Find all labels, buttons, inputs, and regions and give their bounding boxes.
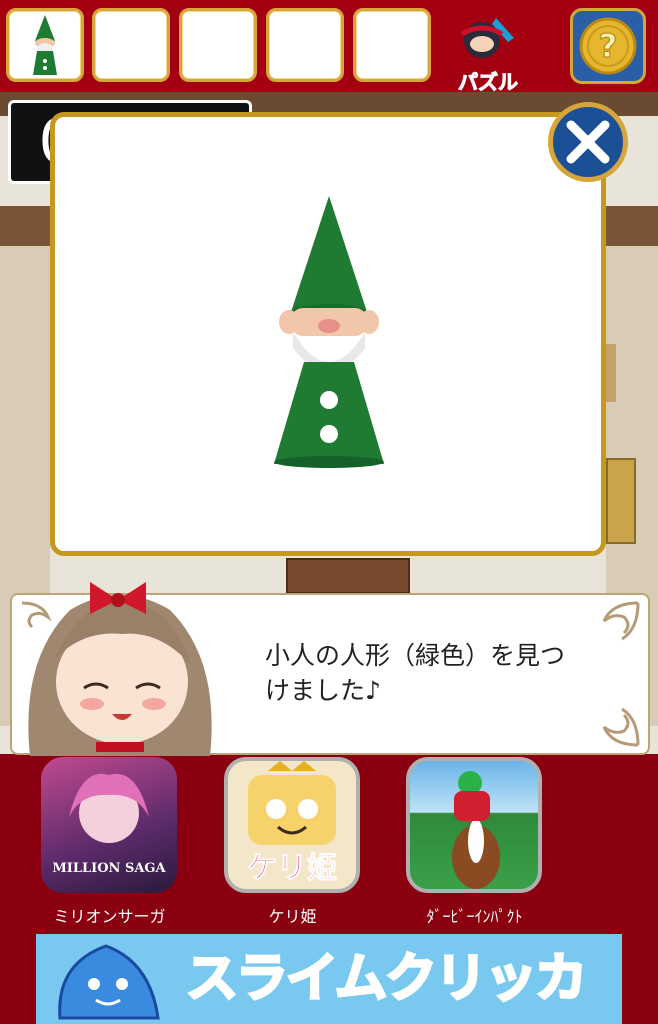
question-coin-icon: ? bbox=[579, 17, 637, 75]
million-saga-logo-text: MILLION SAGA bbox=[52, 861, 166, 876]
ad-derby-impact[interactable]: ﾀﾞｰﾋﾞｰｲﾝﾊﾟｸﾄ bbox=[402, 757, 547, 933]
gnome-doll-green bbox=[274, 196, 384, 468]
girl-character-icon bbox=[28, 582, 212, 756]
help-button[interactable]: ? bbox=[570, 8, 646, 84]
message-line-2: けました♪ bbox=[265, 676, 381, 705]
ad-label: ミリオンサーガ bbox=[53, 907, 166, 926]
keri-hime-icon[interactable]: ケリ姫 bbox=[224, 757, 360, 893]
painting-frame[interactable] bbox=[606, 458, 636, 544]
cabinet[interactable] bbox=[286, 558, 410, 594]
svg-text:?: ? bbox=[599, 27, 618, 65]
message-line-1: 小人の人形（緑色）を見つ bbox=[265, 641, 566, 670]
inventory-slot-3[interactable] bbox=[179, 8, 257, 82]
inventory-slot-2[interactable] bbox=[92, 8, 170, 82]
ad-keri-hime[interactable]: ケリ姫 ケリ姫 bbox=[220, 757, 365, 933]
ad-million-saga[interactable]: MILLION SAGA ミリオンサーガ bbox=[37, 757, 182, 933]
gnome-doll-icon bbox=[33, 15, 57, 75]
ad-label: ﾀﾞｰﾋﾞｰｲﾝﾊﾟｸﾄ bbox=[426, 907, 523, 926]
item-popup bbox=[50, 112, 606, 556]
door-frame bbox=[606, 344, 616, 402]
banner-title: スライムクリッカー bbox=[185, 948, 589, 1024]
inventory-bar: パズル ? bbox=[0, 0, 658, 95]
inventory-slot-1[interactable] bbox=[6, 8, 84, 82]
inventory-slot-4[interactable] bbox=[266, 8, 344, 82]
slime-icon bbox=[58, 944, 160, 1020]
keri-hime-logo-text: ケリ姫 bbox=[247, 851, 338, 887]
close-button[interactable] bbox=[548, 102, 628, 182]
puzzle-logo-text: パズル bbox=[458, 70, 519, 95]
ad-label: ケリ姫 bbox=[268, 907, 317, 926]
puzzle-logo[interactable]: パズル bbox=[448, 8, 528, 95]
close-icon bbox=[566, 120, 610, 164]
message-text: 小人の人形（緑色）を見つ けました♪ bbox=[265, 638, 625, 708]
million-saga-icon[interactable]: MILLION SAGA bbox=[41, 757, 177, 893]
ad-banner-slime-clicker[interactable]: スライムクリッカー bbox=[36, 934, 622, 1024]
character-portrait bbox=[10, 570, 230, 756]
inventory-slot-5[interactable] bbox=[353, 8, 431, 82]
derby-impact-icon[interactable] bbox=[406, 757, 542, 893]
